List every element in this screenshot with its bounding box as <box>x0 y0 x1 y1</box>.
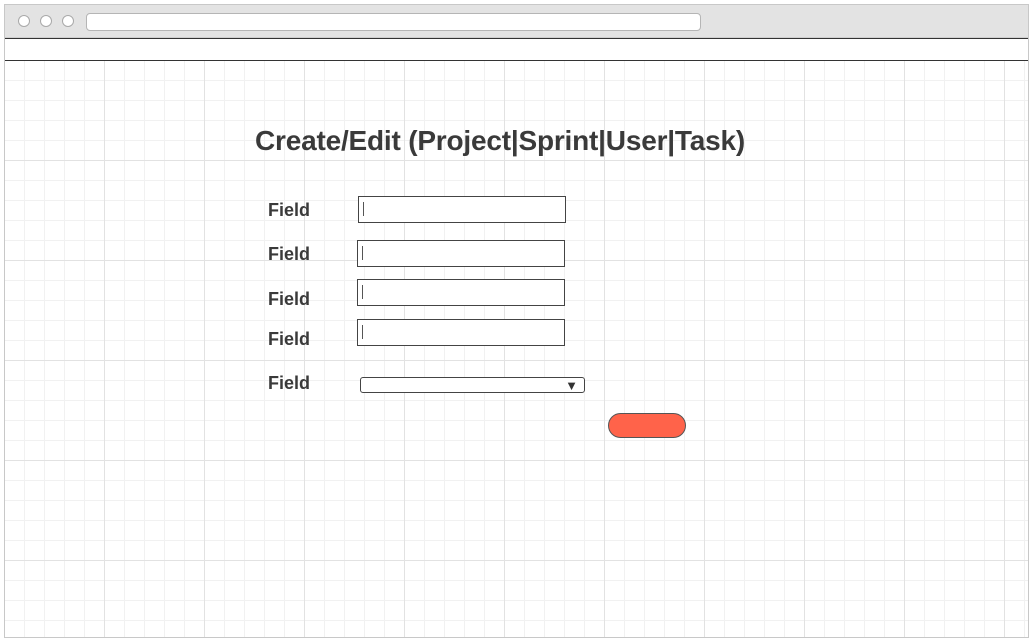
field-label-2: Field <box>268 244 311 264</box>
toolbar <box>5 38 1028 61</box>
dropdown-select[interactable]: ▼ <box>360 377 585 393</box>
text-field-3[interactable] <box>357 279 565 306</box>
page-canvas: Create/Edit (Project|Sprint|User|Task) F… <box>5 61 1028 637</box>
page-title: Create/Edit (Project|Sprint|User|Task) <box>255 125 745 156</box>
select-label: Field <box>268 373 311 393</box>
field-label-4: Field <box>268 329 311 349</box>
text-caret <box>362 325 363 339</box>
title-bar <box>5 5 1028 38</box>
field-label-3: Field <box>268 289 311 309</box>
text-caret <box>362 285 363 299</box>
text-field-1[interactable] <box>358 196 566 223</box>
submit-button[interactable] <box>608 413 686 438</box>
window-maximize-button[interactable] <box>62 15 74 27</box>
window-minimize-button[interactable] <box>40 15 52 27</box>
field-label-1: Field <box>268 200 311 220</box>
address-bar[interactable] <box>86 13 701 31</box>
text-caret <box>362 246 363 260</box>
text-field-4[interactable] <box>357 319 565 346</box>
text-caret <box>363 202 364 216</box>
window-close-button[interactable] <box>18 15 30 27</box>
text-field-2[interactable] <box>357 240 565 267</box>
browser-window: Create/Edit (Project|Sprint|User|Task) F… <box>4 4 1029 638</box>
chevron-down-icon: ▼ <box>565 378 578 393</box>
